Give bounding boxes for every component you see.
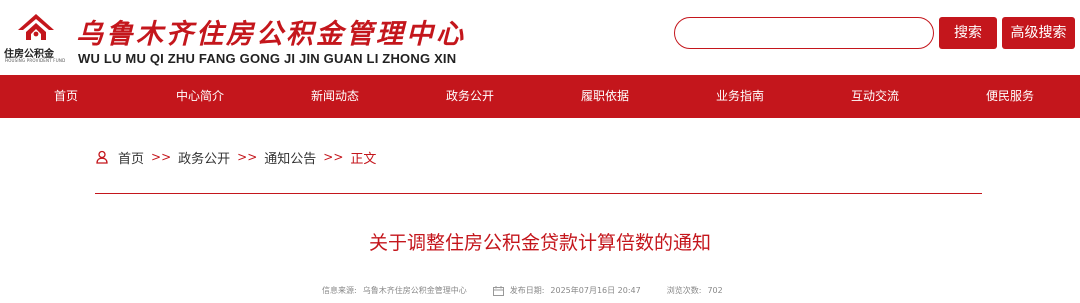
site-pinyin: WU LU MU QI ZHU FANG GONG JI JIN GUAN LI… bbox=[78, 51, 457, 66]
site-title[interactable]: 乌鲁木齐住房公积金管理中心 bbox=[76, 12, 466, 51]
breadcrumb-home[interactable]: 首页 bbox=[118, 148, 144, 167]
housing-fund-logo-icon[interactable] bbox=[14, 12, 58, 44]
breadcrumb-government-affairs[interactable]: 政务公开 bbox=[178, 148, 230, 167]
nav-item-services[interactable]: 便民服务 bbox=[986, 75, 1034, 118]
breadcrumb-separator: >> bbox=[237, 150, 258, 164]
advanced-search-button[interactable]: 高级搜索 bbox=[1002, 17, 1075, 49]
nav-item-about[interactable]: 中心简介 bbox=[176, 75, 224, 118]
main-nav: 首页 中心简介 新闻动态 政务公开 履职依据 业务指南 互动交流 便民服务 bbox=[0, 75, 1080, 118]
user-location-icon bbox=[96, 150, 108, 164]
breadcrumb-separator: >> bbox=[323, 150, 344, 164]
article-meta: 信息来源: 乌鲁木齐住房公积金管理中心 发布日期: 2025年07月16日 20… bbox=[322, 285, 723, 296]
publish-date-label: 发布日期: bbox=[509, 286, 545, 295]
nav-item-duty-basis[interactable]: 履职依据 bbox=[581, 75, 629, 118]
breadcrumb-separator: >> bbox=[151, 150, 172, 164]
logo-subtext: HOUSING PROVIDENT FUND bbox=[5, 58, 66, 63]
nav-item-home[interactable]: 首页 bbox=[54, 75, 78, 118]
nav-item-government-affairs[interactable]: 政务公开 bbox=[446, 75, 494, 118]
site-header: 住房公积金 HOUSING PROVIDENT FUND 乌鲁木齐住房公积金管理… bbox=[0, 0, 1080, 75]
source-value: 乌鲁木齐住房公积金管理中心 bbox=[362, 286, 467, 295]
breadcrumb-current: 正文 bbox=[350, 151, 377, 167]
search-button[interactable]: 搜索 bbox=[939, 17, 997, 49]
calendar-icon bbox=[492, 285, 504, 296]
search-input[interactable] bbox=[674, 17, 934, 49]
nav-item-news[interactable]: 新闻动态 bbox=[311, 75, 359, 118]
breadcrumb-notices[interactable]: 通知公告 bbox=[264, 148, 316, 167]
views-count: 702 bbox=[707, 286, 723, 295]
nav-item-interaction[interactable]: 互动交流 bbox=[851, 75, 899, 118]
content-divider bbox=[95, 193, 982, 194]
article-title: 关于调整住房公积金贷款计算倍数的通知 bbox=[368, 232, 711, 254]
publish-date: 2025年07月16日 20:47 bbox=[550, 286, 641, 295]
views-label: 浏览次数: bbox=[666, 286, 702, 295]
source-label: 信息来源: bbox=[322, 286, 357, 295]
nav-item-business-guide[interactable]: 业务指南 bbox=[716, 75, 764, 118]
breadcrumb: 首页 >> 政务公开 >> 通知公告 >> 正文 bbox=[95, 148, 377, 167]
